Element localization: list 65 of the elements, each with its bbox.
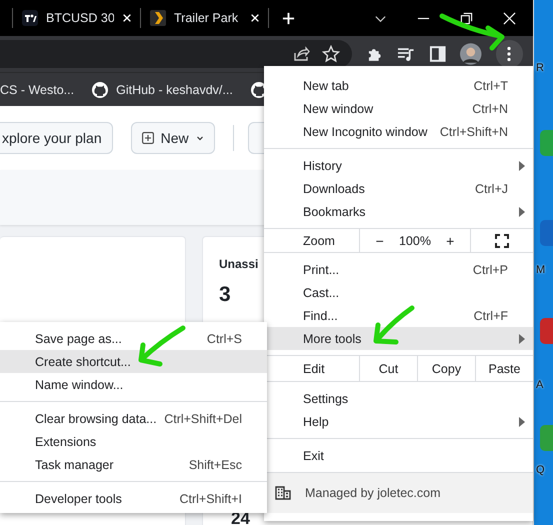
side-panel-icon[interactable]: [428, 45, 446, 63]
share-icon[interactable]: [292, 45, 310, 63]
menu-item[interactable]: Print... Ctrl+P: [264, 258, 533, 281]
menu-item[interactable]: Cast...: [264, 281, 533, 304]
menu-item[interactable]: New Incognito window Ctrl+Shift+N: [264, 120, 533, 143]
menu-label: Zoom: [302, 232, 336, 250]
desktop-icon-label: Q: [536, 464, 545, 476]
chevron-logo-icon: [150, 10, 166, 26]
submenu-arrow-icon: [519, 161, 525, 171]
fullscreen-icon[interactable]: [495, 234, 509, 248]
menu-item[interactable]: Extensions: [0, 430, 267, 453]
menu-label: Edit: [302, 360, 326, 378]
bookmark-link[interactable]: GitHub - keshavdv/...: [116, 82, 233, 96]
close-icon[interactable]: [503, 12, 516, 24]
annotation-arrow: [138, 326, 186, 366]
annotation-arrow: [440, 14, 504, 50]
zoom-level: 100%: [398, 234, 431, 248]
profile-avatar[interactable]: [460, 43, 482, 65]
menu-item[interactable]: Find... Ctrl+F: [264, 304, 533, 327]
menu-item[interactable]: More tools: [264, 327, 533, 350]
close-icon[interactable]: [122, 13, 132, 23]
desktop-icon-label: M: [536, 264, 546, 276]
menu-item[interactable]: Create shortcut...: [0, 350, 267, 373]
submenu-arrow-icon: [519, 334, 525, 344]
card-count: 3: [219, 283, 231, 307]
menu-item[interactable]: Help: [264, 410, 533, 433]
menu-item[interactable]: History: [264, 154, 533, 177]
plus-square-icon: [142, 132, 154, 144]
caret-icon: [196, 134, 204, 142]
restore-icon[interactable]: [460, 12, 473, 24]
menu-item[interactable]: Name window...: [0, 373, 267, 396]
card-count: 24: [231, 512, 250, 525]
playlist-icon[interactable]: [397, 45, 415, 63]
zoom-in-button[interactable]: +: [442, 232, 458, 248]
menu-item[interactable]: New tab Ctrl+T: [264, 74, 533, 97]
submenu-arrow-icon: [519, 207, 525, 217]
menu-item[interactable]: Settings: [264, 387, 533, 410]
managed-notice[interactable]: Managed by joletec.com: [264, 473, 533, 513]
browser-tab[interactable]: BTCUSD 30: [13, 0, 140, 36]
annotation-arrow: [374, 306, 414, 344]
explore-button[interactable]: xplore your plan: [0, 122, 113, 154]
desktop-icon-label: A: [536, 379, 544, 391]
desktop-icon-label: R: [536, 62, 544, 74]
star-icon[interactable]: [322, 45, 340, 63]
close-icon[interactable]: [250, 13, 260, 23]
menu-item[interactable]: New window Ctrl+N: [264, 97, 533, 120]
kebab-icon: [507, 46, 512, 62]
chart-logo-icon: [22, 10, 38, 26]
menu-item[interactable]: Exit: [264, 444, 533, 467]
zoom-out-button[interactable]: −: [372, 232, 388, 248]
menu-item[interactable]: Clear browsing data... Ctrl+Shift+Del: [0, 407, 267, 430]
menu-item[interactable]: Task manager Shift+Esc: [0, 453, 267, 476]
menu-item[interactable]: Save page as... Ctrl+S: [0, 327, 267, 350]
submenu-arrow-icon: [519, 417, 525, 427]
menu-item[interactable]: Downloads Ctrl+J: [264, 177, 533, 200]
bookmark-link[interactable]: CS - Westo...: [0, 82, 74, 96]
menu-item[interactable]: Developer tools Ctrl+Shift+I: [0, 487, 267, 510]
menu-item[interactable]: Bookmarks: [264, 200, 533, 223]
browser-tab[interactable]: Trailer Park: [141, 0, 268, 36]
cat-logo-icon[interactable]: [92, 82, 108, 98]
new-tab-icon[interactable]: [282, 12, 295, 24]
building-icon: [275, 486, 291, 500]
address-bar[interactable]: [0, 40, 352, 68]
new-button[interactable]: New: [130, 122, 215, 154]
card-title: Unassi: [219, 257, 258, 271]
